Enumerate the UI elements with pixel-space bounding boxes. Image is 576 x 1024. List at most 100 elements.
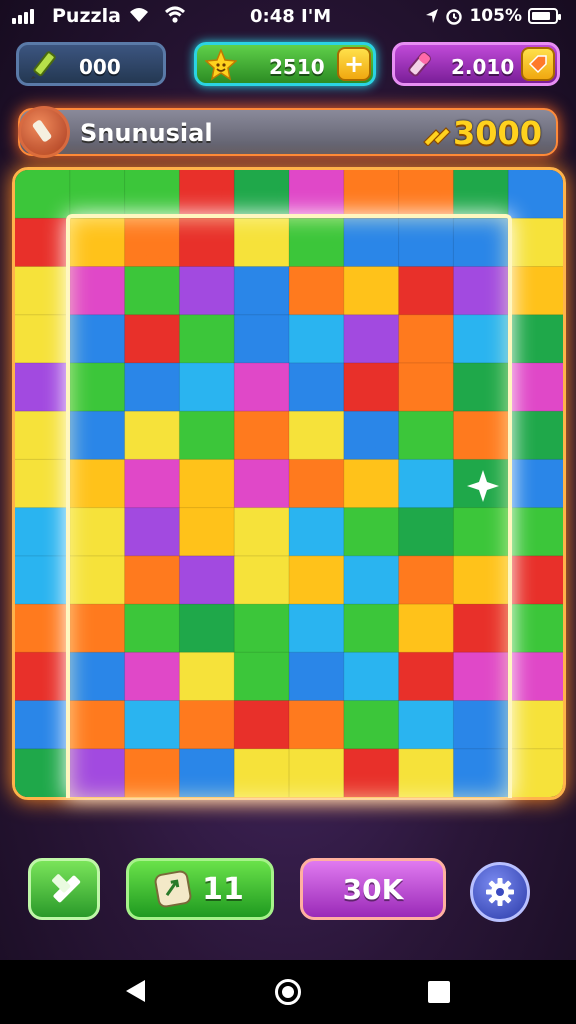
puzzle-piece[interactable] (453, 411, 509, 460)
coin-stack-icon (423, 127, 451, 146)
puzzle-piece[interactable] (234, 314, 290, 364)
puzzle-piece[interactable] (508, 748, 563, 797)
currency-pencils[interactable]: 000 (16, 42, 166, 86)
puzzle-piece[interactable] (69, 604, 126, 653)
currency-stars[interactable]: 2510 + (194, 42, 376, 86)
puzzle-piece[interactable] (179, 604, 235, 653)
plus-icon: + (343, 50, 365, 78)
puzzle-piece[interactable] (15, 555, 71, 605)
puzzle-piece[interactable] (289, 748, 345, 797)
puzzle-piece[interactable] (234, 652, 290, 701)
puzzle-piece[interactable] (69, 266, 126, 316)
settings-button[interactable] (470, 862, 530, 922)
add-stars-button[interactable]: + (337, 47, 371, 81)
eraser-count: 2.010 (451, 55, 515, 79)
puzzle-piece[interactable] (124, 170, 180, 219)
puzzle-piece[interactable] (179, 507, 235, 557)
puzzle-piece[interactable] (179, 218, 235, 267)
puzzle-piece[interactable] (398, 218, 454, 267)
puzzle-piece[interactable] (124, 700, 180, 750)
puzzle-piece[interactable] (343, 700, 400, 750)
puzzle-piece[interactable] (398, 266, 454, 316)
puzzle-piece[interactable] (15, 266, 71, 316)
battery-icon (528, 8, 561, 24)
puzzle-piece[interactable] (179, 411, 235, 460)
puzzle-piece[interactable] (234, 507, 290, 557)
puzzle-piece[interactable] (179, 652, 235, 701)
puzzle-piece[interactable] (69, 411, 126, 460)
puzzle-piece[interactable] (398, 748, 454, 797)
puzzle-piece[interactable] (15, 748, 71, 797)
puzzle-piece[interactable] (289, 555, 345, 605)
puzzle-piece[interactable] (69, 314, 126, 364)
carrier-name: Puzzla (52, 5, 121, 27)
puzzle-piece[interactable] (124, 555, 180, 605)
puzzle-piece[interactable] (398, 555, 454, 605)
back-icon[interactable] (126, 980, 145, 1002)
tag-icon (528, 55, 547, 74)
puzzle-piece[interactable] (508, 459, 563, 509)
puzzle-piece[interactable] (289, 459, 345, 509)
smiley-star-icon (205, 49, 237, 81)
puzzle-piece[interactable] (453, 170, 509, 219)
hammer-button[interactable] (28, 858, 100, 920)
recents-icon[interactable] (428, 981, 450, 1003)
puzzle-piece[interactable] (453, 218, 509, 267)
eraser-icon (408, 52, 431, 77)
puzzle-piece[interactable] (453, 748, 509, 797)
puzzle-piece[interactable] (508, 700, 563, 750)
puzzle-piece[interactable] (69, 700, 126, 750)
level-banner: Snunusial 3000 (18, 106, 558, 158)
puzzle-piece[interactable] (234, 748, 290, 797)
puzzle-piece[interactable] (343, 507, 400, 557)
puzzle-piece[interactable] (453, 507, 509, 557)
puzzle-board[interactable] (12, 167, 566, 800)
add-erasers-button[interactable] (521, 47, 555, 81)
currency-erasers[interactable]: 2.010 (392, 42, 560, 86)
puzzle-piece[interactable] (15, 604, 71, 653)
level-name: Snunusial (80, 119, 213, 147)
puzzle-piece[interactable] (453, 362, 509, 412)
level-score: 3000 (452, 114, 542, 152)
puzzle-piece[interactable] (179, 748, 235, 797)
clock: 0:48 I'M (250, 6, 332, 27)
system-nav-bar (0, 960, 576, 1024)
puzzle-piece[interactable] (124, 652, 180, 701)
puzzle-piece[interactable] (508, 652, 563, 701)
coins-label: 30K (342, 872, 404, 906)
coins-button[interactable]: 30K (300, 858, 446, 920)
puzzle-piece[interactable] (289, 652, 345, 701)
puzzle-piece[interactable] (234, 362, 290, 412)
puzzle-piece[interactable] (508, 411, 563, 460)
gear-icon (486, 878, 514, 906)
pencil-count: 000 (79, 55, 121, 79)
hint-icon (153, 869, 193, 909)
puzzle-piece[interactable] (453, 555, 509, 605)
pencil-icon (31, 51, 56, 79)
puzzle-piece[interactable] (69, 748, 126, 797)
home-icon[interactable] (275, 979, 301, 1005)
alarm-icon (446, 9, 463, 25)
puzzle-piece[interactable] (343, 218, 400, 267)
puzzle-piece[interactable] (289, 411, 345, 460)
puzzle-piece[interactable] (398, 459, 454, 509)
level-badge-icon (18, 106, 70, 158)
puzzle-piece[interactable] (398, 314, 454, 364)
puzzle-piece[interactable] (69, 555, 126, 605)
puzzle-piece[interactable] (289, 266, 345, 316)
wifi-icon (130, 8, 148, 22)
puzzle-piece[interactable] (179, 459, 235, 509)
hint-count: 11 (202, 871, 244, 907)
status-bar: Puzzla 0:48 I'M 105% (0, 0, 576, 34)
puzzle-piece[interactable] (15, 314, 71, 364)
puzzle-piece[interactable] (343, 314, 400, 364)
battery-percent: 105% (469, 6, 522, 26)
location-icon (426, 9, 439, 23)
hint-button[interactable]: 11 (126, 858, 274, 920)
puzzle-piece[interactable] (343, 748, 400, 797)
puzzle-piece[interactable] (234, 700, 290, 750)
wifi-icon (165, 6, 185, 23)
puzzle-piece[interactable] (453, 700, 509, 750)
puzzle-piece[interactable] (124, 362, 180, 412)
puzzle-grid[interactable] (15, 170, 563, 797)
